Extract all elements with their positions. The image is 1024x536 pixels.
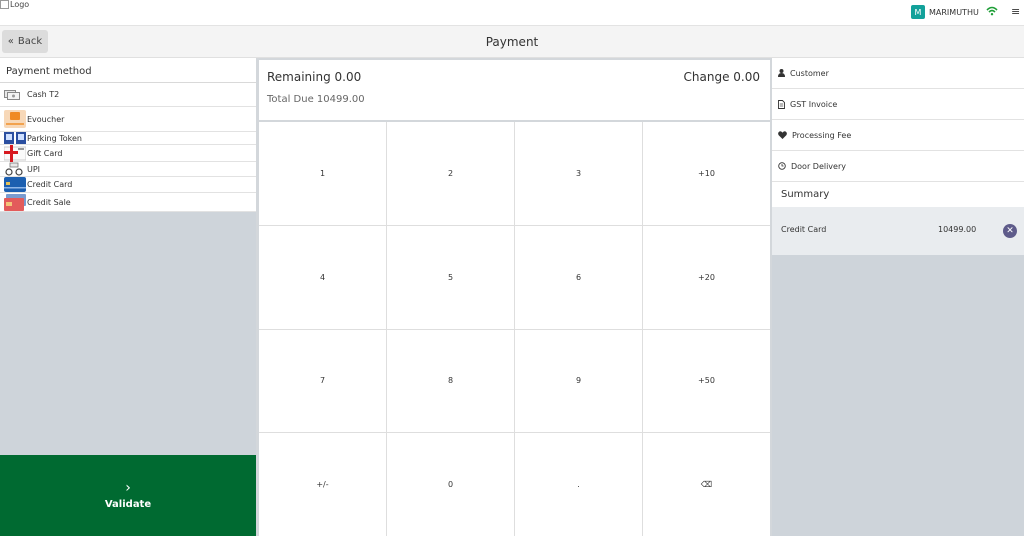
payment-method-upi[interactable]: UPI	[0, 162, 256, 177]
payment-method-credit-card[interactable]: Credit Card	[0, 177, 256, 193]
processing-fee-label: Processing Fee	[792, 130, 852, 140]
summary-line-name: Credit Card	[781, 225, 827, 234]
chevron-right-icon: ›	[125, 480, 131, 496]
user-name: MARIMUTHU	[929, 7, 979, 17]
payment-method-panel: Payment method Cash T2 Evoucher Parking …	[0, 58, 256, 536]
processing-fee-button[interactable]: Processing Fee	[772, 120, 1024, 151]
gst-invoice-button[interactable]: GST Invoice	[772, 89, 1024, 120]
numpad-key-plus-minus[interactable]: +/-	[259, 433, 386, 536]
payment-due-box: Remaining 0.00 Change 0.00 Total Due 104…	[259, 60, 770, 120]
payment-method-label: Credit Card	[27, 180, 73, 189]
payment-method-cash[interactable]: Cash T2	[0, 83, 256, 107]
payment-method-label: Evoucher	[27, 114, 65, 124]
remove-line-icon[interactable]: ✕	[1003, 224, 1017, 238]
numpad-key-4[interactable]: 4	[259, 225, 386, 329]
door-delivery-button[interactable]: Door Delivery	[772, 151, 1024, 182]
payment-method-label: UPI	[27, 164, 41, 174]
payment-method-label: Credit Sale	[27, 197, 71, 207]
remaining-amount: Remaining 0.00	[267, 70, 362, 84]
numpad-key-plus-10[interactable]: +10	[643, 122, 770, 225]
numpad: 1 2 3 +10 4 5 6 +20 7 8 9 +50 +/- 0 . ⌫	[259, 122, 770, 536]
payment-method-label: Parking Token	[27, 133, 82, 143]
logo: Logo	[0, 0, 29, 9]
validate-label: Validate	[104, 499, 152, 510]
numpad-key-3[interactable]: 3	[515, 122, 642, 225]
numpad-key-2[interactable]: 2	[387, 122, 514, 225]
payment-method-title: Payment method	[0, 58, 256, 83]
numpad-key-6[interactable]: 6	[515, 225, 642, 329]
door-delivery-label: Door Delivery	[791, 161, 846, 171]
numpad-key-plus-50[interactable]: +50	[643, 329, 770, 433]
back-button[interactable]: « Back	[2, 30, 48, 53]
gst-invoice-label: GST Invoice	[790, 99, 838, 109]
payment-method-parking-token[interactable]: Parking Token	[0, 132, 256, 145]
wifi-icon	[986, 6, 998, 16]
numpad-key-plus-20[interactable]: +20	[643, 225, 770, 329]
validate-button[interactable]: › Validate	[0, 455, 256, 536]
numpad-key-5[interactable]: 5	[387, 225, 514, 329]
payment-method-credit-sale[interactable]: Credit Sale	[0, 193, 256, 212]
user-icon	[778, 69, 785, 77]
parking-token-icon	[4, 132, 26, 144]
broken-image-icon	[0, 0, 9, 9]
summary-title: Summary	[772, 182, 1024, 207]
numpad-key-backspace-icon[interactable]: ⌫	[643, 433, 770, 536]
change-amount: Change 0.00	[683, 70, 760, 84]
logo-alt-text: Logo	[10, 0, 30, 9]
numpad-key-9[interactable]: 9	[515, 329, 642, 433]
credit-card-icon	[4, 177, 26, 192]
hamburger-menu-icon[interactable]: ≡	[1011, 5, 1020, 18]
double-chevron-left-icon: «	[7, 36, 14, 47]
numpad-key-8[interactable]: 8	[387, 329, 514, 433]
numpad-key-1[interactable]: 1	[259, 122, 386, 225]
summary-line-amount: 10499.00	[938, 225, 977, 234]
payment-center-panel: Remaining 0.00 Change 0.00 Total Due 104…	[256, 58, 772, 536]
customer-button[interactable]: Customer	[772, 58, 1024, 89]
top-bar: Logo M MARIMUTHU ≡	[0, 0, 1024, 26]
clock-icon	[778, 162, 786, 170]
summary-line: Credit Card 10499.00 ✕	[772, 207, 1024, 255]
payment-options-panel: Customer GST Invoice Processing Fee Door…	[772, 58, 1024, 536]
gift-card-icon	[4, 145, 26, 162]
evoucher-icon	[4, 110, 26, 128]
payment-method-evoucher[interactable]: Evoucher	[0, 107, 256, 132]
user-menu[interactable]: M MARIMUTHU	[911, 5, 979, 19]
cash-icon	[4, 90, 20, 100]
numpad-key-7[interactable]: 7	[259, 329, 386, 433]
customer-label: Customer	[790, 68, 829, 78]
upi-icon	[5, 162, 23, 176]
credit-sale-icon	[4, 194, 26, 211]
total-due: Total Due 10499.00	[267, 94, 365, 105]
payment-method-label: Cash T2	[27, 90, 60, 99]
payment-method-label: Gift Card	[27, 148, 63, 158]
payment-method-gift-card[interactable]: Gift Card	[0, 145, 256, 162]
file-icon	[778, 99, 785, 109]
numpad-key-0[interactable]: 0	[387, 433, 514, 536]
avatar: M	[911, 5, 925, 19]
heart-icon	[778, 131, 787, 139]
back-label: Back	[17, 36, 43, 47]
page-title: Payment	[485, 35, 539, 49]
numpad-key-decimal[interactable]: .	[515, 433, 642, 536]
payment-header: Payment « Back	[0, 26, 1024, 58]
